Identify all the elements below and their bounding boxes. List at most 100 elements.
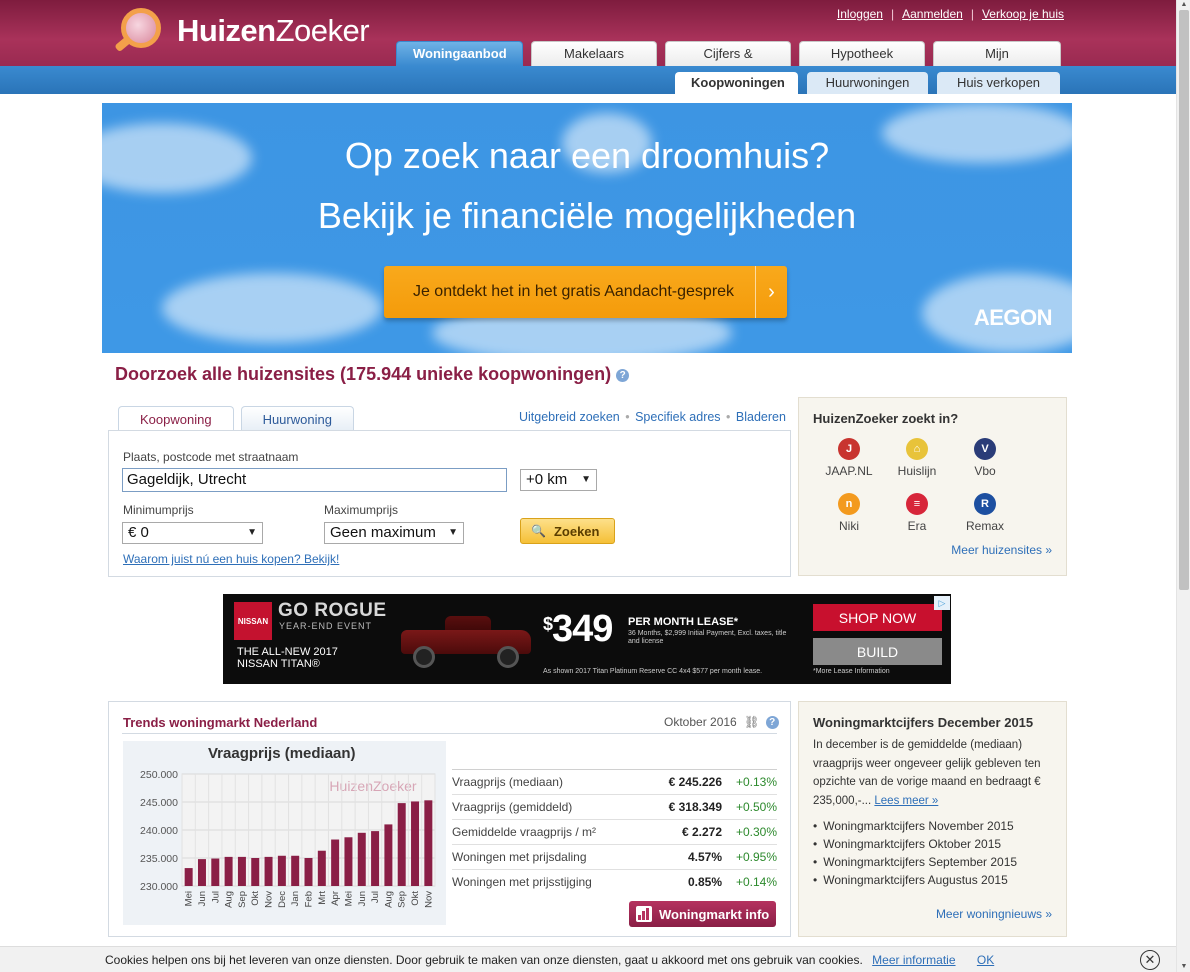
stat-change: +0.95% xyxy=(735,850,777,864)
search-title: Doorzoek alle huizensites (175.944 uniek… xyxy=(115,364,630,385)
cookie-text: Cookies helpen ons bij het leveren van o… xyxy=(105,953,995,967)
sell-house-link[interactable]: Verkoop je huis xyxy=(982,7,1064,21)
bar-chart-icon xyxy=(636,906,652,922)
adchoices-icon[interactable]: ▷ xyxy=(934,596,950,610)
site-label: Huislijn xyxy=(897,464,937,478)
scrollbar-thumb[interactable] xyxy=(1179,10,1189,590)
sub-nav: Koopwoningen Huurwoningen Huis verkopen xyxy=(675,72,1060,94)
why-buy-link[interactable]: Waarom juist nú een huis kopen? Bekijk! xyxy=(123,552,339,566)
login-link[interactable]: Inloggen xyxy=(837,7,883,21)
ad-lease: PER MONTH LEASE* xyxy=(628,616,739,628)
close-icon[interactable]: ✕ xyxy=(1140,950,1160,970)
news-item[interactable]: Woningmarktcijfers November 2015 xyxy=(813,819,1017,837)
site-remax[interactable]: R Remax xyxy=(951,493,1019,548)
logo[interactable]: HuizenZoeker xyxy=(113,6,370,56)
tab-mijn-huizenzoeker[interactable]: Mijn HuizenZoeker xyxy=(933,41,1061,84)
x-tick-label: Mrt xyxy=(317,891,328,905)
bar xyxy=(237,856,246,886)
more-sites-link[interactable]: Meer huizensites » xyxy=(951,543,1052,557)
chart-svg: HuizenZoeker 230.000 235.000 240.000 245.000… xyxy=(140,769,436,908)
news-box: Woningmarktcijfers December 2015 In dece… xyxy=(798,701,1067,937)
tab-cijfers-trends[interactable]: Cijfers & Trends xyxy=(665,41,791,84)
read-more-link[interactable]: Lees meer » xyxy=(874,795,938,807)
address-search-link[interactable]: Specifiek adres xyxy=(635,410,720,424)
tab-huurwoningen[interactable]: Huurwoningen xyxy=(807,72,928,94)
link-icon[interactable]: ⛓ xyxy=(744,715,759,729)
cookie-more-link[interactable]: Meer informatie xyxy=(872,953,955,967)
tab-woningaanbod[interactable]: Woningaanbod xyxy=(396,41,523,66)
sites-box: HuizenZoeker zoekt in? J JAAP.NL ⌂ Huislijn… xyxy=(798,397,1067,576)
help-icon[interactable]: ? xyxy=(616,368,630,382)
cloud-decoration xyxy=(162,273,382,343)
sites-list: J JAAP.NL ⌂ Huislijn V Vbo n Niki ≡ Era R Remax xyxy=(815,438,1051,548)
site-era[interactable]: ≡ Era xyxy=(883,493,951,548)
site-vbo[interactable]: V Vbo xyxy=(951,438,1019,493)
stat-value: € 2.272 xyxy=(681,825,722,839)
bar xyxy=(211,858,220,886)
x-tick-label: Dec xyxy=(277,891,288,908)
place-input[interactable]: Gageldijk, Utrecht xyxy=(122,468,507,492)
more-news-link[interactable]: Meer woningnieuws » xyxy=(936,907,1052,921)
scrollbar[interactable]: ▲ ▼ xyxy=(1176,0,1190,972)
market-info-button[interactable]: Woningmarkt info xyxy=(629,901,776,927)
nissan-ad[interactable]: NISSAN GO ROGUE YEAR-END EVENT THE ALL-N… xyxy=(223,594,951,684)
site-label: Remax xyxy=(965,519,1004,533)
site-huislijn[interactable]: ⌂ Huislijn xyxy=(883,438,951,493)
site-label: Niki xyxy=(839,519,859,533)
site-niki[interactable]: n Niki xyxy=(815,493,883,548)
register-link[interactable]: Aanmelden xyxy=(902,7,963,21)
tab-huurwoning[interactable]: Huurwoning xyxy=(240,406,354,431)
x-tick-label: Mei xyxy=(184,891,195,906)
site-label: Era xyxy=(907,519,927,533)
scroll-up-arrow-icon[interactable]: ▲ xyxy=(1177,0,1190,10)
trends-date: Oktober 2016 ⛓ ? xyxy=(664,715,779,730)
advanced-search-link[interactable]: Uitgebreid zoeken xyxy=(519,410,620,424)
era-logo-icon: ≡ xyxy=(906,493,928,515)
x-tick-label: Jun xyxy=(357,891,368,906)
x-tick-label: Apr xyxy=(330,891,341,906)
help-icon[interactable]: ? xyxy=(765,716,779,730)
browse-link[interactable]: Bladeren xyxy=(736,410,786,424)
shop-now-button[interactable]: SHOP NOW xyxy=(813,604,942,631)
cookie-ok-link[interactable]: OK xyxy=(977,953,994,967)
price-chart: Vraagprijs (mediaan) HuizenZoeker 230.000… xyxy=(123,741,446,925)
news-item[interactable]: Woningmarktcijfers Augustus 2015 xyxy=(813,873,1017,891)
stat-name: Woningen met prijsdaling xyxy=(452,850,587,864)
aegon-logo: AEGON xyxy=(973,305,1053,330)
account-links: Inloggen | Aanmelden | Verkoop je huis xyxy=(836,7,1064,21)
y-tick-label: 245.000 xyxy=(140,797,178,809)
y-tick-label: 235.000 xyxy=(140,853,178,865)
banner-cta-button[interactable]: Je ontdekt het in het gratis Aandacht-ge… xyxy=(384,266,787,318)
scroll-down-arrow-icon[interactable]: ▼ xyxy=(1177,962,1190,972)
radius-select[interactable]: +0 km ▼ xyxy=(520,469,597,491)
caret-down-icon: ▼ xyxy=(247,527,257,538)
bar xyxy=(224,856,233,886)
max-price-label: Maximumprijs xyxy=(324,503,399,517)
bar xyxy=(411,801,420,886)
caret-down-icon: ▼ xyxy=(448,527,458,538)
search-tabs: Koopwoning Huurwoning xyxy=(118,406,354,431)
x-tick-label: Okt xyxy=(410,891,421,906)
bar xyxy=(424,800,433,886)
main-nav: Woningaanbod Makelaars Cijfers & Trends … xyxy=(396,41,1061,84)
stat-row: Woningen met prijsdaling 4.57% +0.95% xyxy=(452,844,777,869)
news-item[interactable]: Woningmarktcijfers September 2015 xyxy=(813,855,1017,873)
build-button[interactable]: BUILD xyxy=(813,638,942,665)
tab-makelaars[interactable]: Makelaars xyxy=(531,41,657,66)
tab-hypotheek[interactable]: Hypotheek xyxy=(799,41,925,66)
stat-change: +0.14% xyxy=(735,875,777,889)
stat-value: € 245.226 xyxy=(668,775,722,789)
tab-koopwoningen[interactable]: Koopwoningen xyxy=(675,72,798,94)
aegon-banner[interactable]: Op zoek naar een droomhuis? Bekijk je fi… xyxy=(102,103,1072,353)
sites-box-title: HuizenZoeker zoekt in? xyxy=(813,411,959,426)
news-list: Woningmarktcijfers November 2015 Woningm… xyxy=(813,819,1017,891)
min-price-select[interactable]: € 0 ▼ xyxy=(122,522,263,544)
search-button[interactable]: 🔍 Zoeken xyxy=(520,518,615,544)
max-price-select[interactable]: Geen maximum ▼ xyxy=(324,522,464,544)
tab-koopwoning[interactable]: Koopwoning xyxy=(118,406,234,431)
lease-info-link[interactable]: *More Lease Information xyxy=(813,668,890,675)
site-jaapnl[interactable]: J JAAP.NL xyxy=(815,438,883,493)
bar xyxy=(277,855,286,886)
tab-huis-verkopen[interactable]: Huis verkopen xyxy=(937,72,1060,94)
news-item[interactable]: Woningmarktcijfers Oktober 2015 xyxy=(813,837,1017,855)
